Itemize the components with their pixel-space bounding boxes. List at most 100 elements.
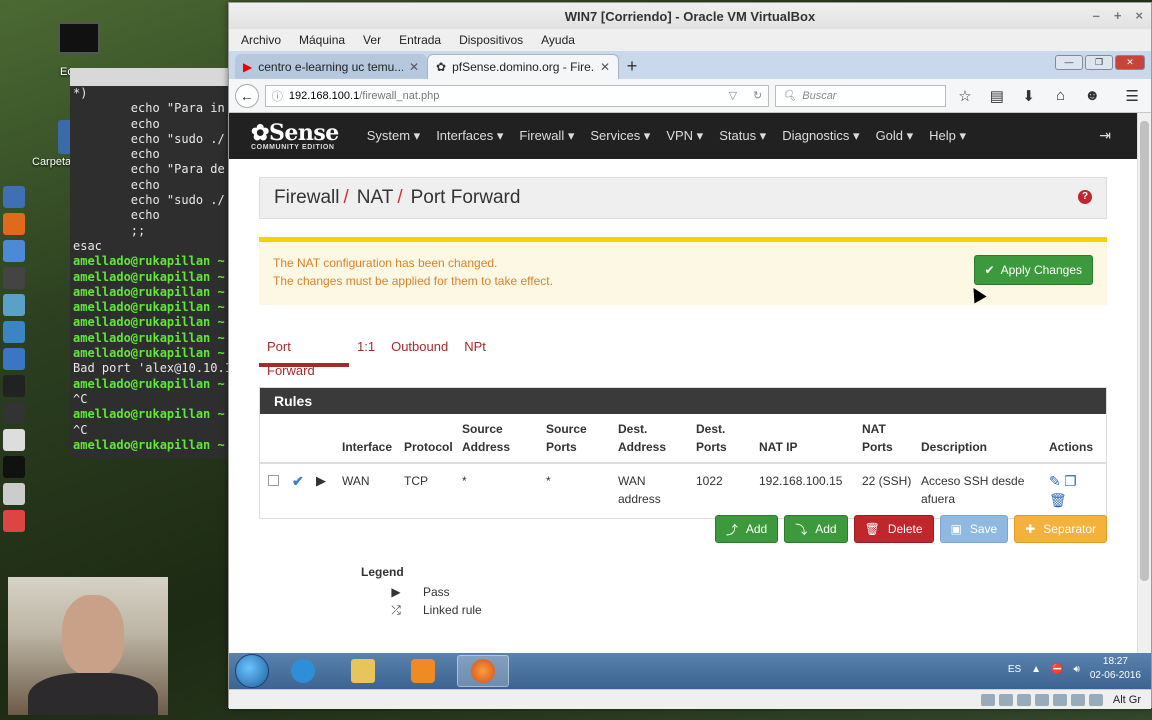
vbox-menu-item[interactable]: Máquina (299, 33, 345, 47)
logout-icon[interactable]: ⇥ (1099, 127, 1111, 144)
column-header-nat-ip[interactable]: NAT IP (755, 414, 858, 464)
camera-icon[interactable] (3, 402, 25, 424)
tray-arrow-icon[interactable]: ▲ (1031, 664, 1041, 675)
volume-icon[interactable]: 🔊︎ (1074, 664, 1080, 675)
tab-port-forward[interactable]: Port Forward (259, 335, 349, 378)
mouse-integration-icon[interactable] (1088, 693, 1103, 706)
edit-icon[interactable]: ✎ (1049, 473, 1061, 489)
column-header-source-ports[interactable]: Source Ports (542, 414, 614, 464)
vbox-menu-item[interactable]: Dispositivos (459, 33, 523, 47)
enabled-check-icon[interactable]: ✔ (292, 473, 304, 489)
reload-icon[interactable]: ↻ (753, 89, 762, 102)
clock[interactable]: 18:27 02-06-2016 (1090, 655, 1141, 683)
pfsense-logo[interactable]: ✿Sense COMMUNITY EDITION (251, 122, 339, 151)
add-top-button[interactable]: ⤴ Add (714, 515, 779, 543)
menu-icon[interactable]: ☰ (1119, 87, 1145, 105)
vbox-menu-item[interactable]: Entrada (399, 33, 441, 47)
taskbar-media[interactable] (397, 655, 449, 687)
bookmark-star-icon[interactable]: ☆ (952, 87, 978, 105)
new-tab-button[interactable]: + (619, 54, 645, 79)
column-header-interface[interactable]: Interface (338, 414, 400, 464)
clock-icon[interactable] (3, 429, 25, 451)
close-icon[interactable]: × (1135, 8, 1143, 23)
breadcrumb-nat[interactable]: NAT (357, 187, 394, 209)
scrollbar-thumb[interactable] (1140, 121, 1149, 581)
disk-icon[interactable] (980, 693, 995, 706)
taskbar-explorer[interactable] (337, 655, 389, 687)
url-bar[interactable]: ⓘ 192.168.100.1/firewall_nat.php ▽ ↻ (264, 84, 770, 107)
search-input[interactable]: 🔍︎ Buscar (775, 84, 947, 107)
add-bottom-button[interactable]: ⤵ Add (784, 515, 848, 543)
network-icon[interactable]: ⛔ (1051, 664, 1063, 675)
firefox-icon[interactable] (3, 213, 25, 235)
tab-close-icon[interactable]: ✕ (409, 60, 419, 74)
language-indicator[interactable]: ES (1008, 664, 1021, 675)
tab-npt[interactable]: NPt (456, 335, 494, 367)
shared-folder-icon[interactable] (1034, 693, 1049, 706)
column-header-dest-ports[interactable]: Dest. Ports (692, 414, 755, 464)
video-capture-icon[interactable] (1070, 693, 1085, 706)
pfsense-menu-item[interactable]: Firewall ▾ (511, 128, 582, 144)
pfsense-menu-item[interactable]: Help ▾ (921, 128, 974, 144)
dropdown-icon[interactable]: ▽ (729, 89, 737, 102)
usb-icon[interactable] (1016, 693, 1031, 706)
pfsense-menu-item[interactable]: Diagnostics ▾ (774, 128, 867, 144)
vbox-menu-item[interactable]: Ver (363, 33, 381, 47)
app-icon[interactable] (3, 294, 25, 316)
pfsense-menu-item[interactable]: Status ▾ (711, 128, 774, 144)
chromium-icon[interactable] (3, 240, 25, 262)
trash-icon[interactable]: 🗑︎ (1049, 492, 1067, 508)
monitor-icon[interactable] (3, 321, 25, 343)
column-header-protocol[interactable]: Protocol (400, 414, 458, 464)
minimize-icon[interactable]: – (1093, 8, 1100, 23)
files-icon[interactable] (3, 186, 25, 208)
pfsense-menu-item[interactable]: VPN ▾ (658, 128, 711, 144)
tab-elearning[interactable]: ▶ centro e-learning uc temu... ✕ (235, 54, 427, 79)
display-icon[interactable] (1052, 693, 1067, 706)
table-row[interactable]: ✔ ▶ WAN TCP * * WAN address 1022 192.168… (260, 463, 1106, 518)
folder-icon[interactable] (3, 348, 25, 370)
info-icon[interactable]: ⓘ (272, 88, 283, 104)
reading-list-icon[interactable]: ▤ (984, 87, 1010, 105)
disk-icon[interactable] (3, 483, 25, 505)
chat-icon[interactable]: ☻ (1079, 87, 1105, 104)
maximize-icon[interactable]: + (1114, 8, 1122, 23)
minimize-icon[interactable]: — (1055, 55, 1083, 70)
tab-outbound[interactable]: Outbound (383, 335, 456, 367)
vbox-menu-item[interactable]: Ayuda (541, 33, 575, 47)
tab-close-icon[interactable]: ✕ (600, 60, 610, 74)
apply-changes-button[interactable]: ✔ Apply Changes (973, 255, 1093, 285)
breadcrumb-firewall[interactable]: Firewall (274, 187, 339, 209)
terminal-window[interactable]: *) echo "Para in echo echo "sudo ./ echo… (70, 68, 232, 458)
row-checkbox[interactable] (268, 475, 279, 486)
start-button[interactable] (235, 654, 269, 688)
download-icon[interactable]: ⬇ (1016, 87, 1042, 105)
save-button[interactable]: ▣ Save (939, 515, 1009, 543)
home-icon[interactable]: ⌂ (1048, 87, 1074, 104)
close-icon[interactable]: ✕ (1115, 55, 1145, 70)
tab-pfsense[interactable]: ✿ pfSense.domino.org - Fire... ✕ (427, 54, 619, 79)
column-header-nat-ports[interactable]: NAT Ports (858, 414, 917, 464)
pfsense-menu-item[interactable]: System ▾ (359, 128, 428, 144)
restore-icon[interactable]: ❐ (1085, 55, 1113, 70)
tab-one-to-one[interactable]: 1:1 (349, 335, 383, 367)
vbox-menu-item[interactable]: Archivo (241, 33, 281, 47)
column-header-dest-address[interactable]: Dest. Address (614, 414, 692, 464)
back-button[interactable]: ← (235, 83, 259, 108)
help-icon[interactable]: ? (1078, 190, 1092, 204)
cd-icon[interactable] (998, 693, 1013, 706)
computer-icon[interactable] (58, 22, 100, 54)
app-icon[interactable] (3, 267, 25, 289)
copy-icon[interactable]: ❐ (1064, 473, 1077, 489)
column-header-source-address[interactable]: Source Address (458, 414, 542, 464)
separator-button[interactable]: ✚ Separator (1014, 515, 1107, 543)
pfsense-menu-item[interactable]: Services ▾ (582, 128, 658, 144)
delete-button[interactable]: 🗑︎ Delete (853, 515, 934, 543)
terminal-app-icon[interactable] (3, 456, 25, 478)
taskbar-firefox[interactable] (457, 655, 509, 687)
pfsense-menu-item[interactable]: Gold ▾ (868, 128, 922, 144)
terminal-icon[interactable] (3, 375, 25, 397)
vertical-scrollbar[interactable] (1137, 113, 1151, 655)
dots-icon[interactable] (3, 510, 25, 532)
pfsense-menu-item[interactable]: Interfaces ▾ (428, 128, 511, 144)
